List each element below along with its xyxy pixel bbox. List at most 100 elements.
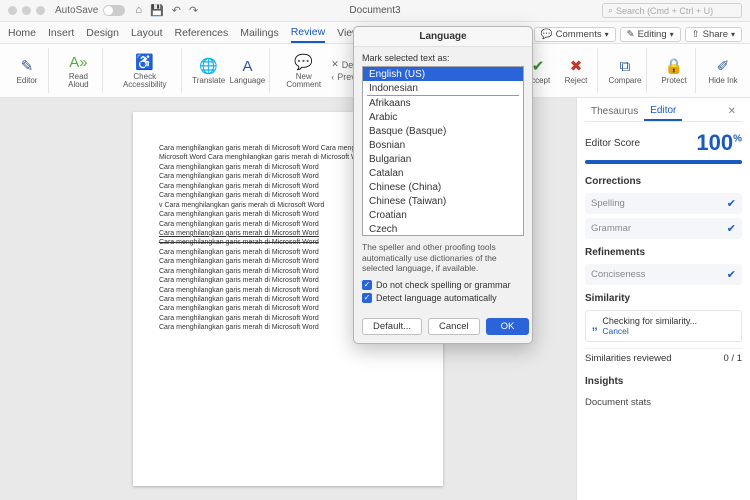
cancel-button[interactable]: Cancel bbox=[428, 318, 480, 335]
home-icon[interactable]: ⌂ bbox=[135, 4, 142, 17]
comment-icon: 💬 bbox=[294, 52, 314, 72]
lock-icon: 🔒 bbox=[664, 56, 684, 76]
mark-selected-label: Mark selected text as: bbox=[362, 53, 524, 63]
language-option[interactable]: Bosnian bbox=[363, 138, 523, 152]
maximize-dot[interactable] bbox=[36, 6, 45, 15]
tab-insert[interactable]: Insert bbox=[48, 27, 74, 42]
reject-button[interactable]: ✖Reject bbox=[559, 56, 593, 85]
delete-icon: ✕ bbox=[331, 59, 339, 70]
language-icon: A bbox=[237, 56, 257, 76]
compare-button[interactable]: ⧉Compare bbox=[608, 56, 642, 85]
editing-pill[interactable]: ✎Editing▾ bbox=[620, 27, 681, 42]
share-pill[interactable]: ⇧Share▾ bbox=[685, 27, 742, 42]
language-dialog: Language Mark selected text as: English … bbox=[353, 26, 533, 344]
chevron-down-icon: ▾ bbox=[731, 30, 735, 39]
close-dot[interactable] bbox=[8, 6, 17, 15]
reject-icon: ✖ bbox=[566, 56, 586, 76]
translate-icon: 🌐 bbox=[199, 56, 219, 76]
comments-icon: 💬 bbox=[541, 29, 553, 40]
tab-layout[interactable]: Layout bbox=[131, 27, 163, 42]
search-icon: ⌕ bbox=[608, 5, 613, 16]
pen-icon: ✐ bbox=[713, 56, 733, 76]
language-option[interactable]: Arabic bbox=[363, 110, 523, 124]
save-icon[interactable]: 💾 bbox=[150, 4, 164, 17]
ok-button[interactable]: OK bbox=[486, 318, 530, 335]
editing-icon: ✎ bbox=[627, 29, 635, 40]
language-list[interactable]: English (US)IndonesianAfrikaansArabicBas… bbox=[362, 66, 524, 236]
score-bar bbox=[585, 160, 742, 164]
language-option[interactable]: English (US) bbox=[363, 67, 523, 81]
checkbox-icon: ✓ bbox=[362, 280, 372, 290]
similarity-status: Checking for similarity... bbox=[602, 316, 697, 326]
search-placeholder: Search (Cmd + Ctrl + U) bbox=[616, 6, 713, 16]
default-button[interactable]: Default... bbox=[362, 318, 422, 335]
conciseness-row[interactable]: Conciseness✔ bbox=[585, 264, 742, 285]
similarity-cancel-link[interactable]: Cancel bbox=[602, 326, 697, 336]
language-option[interactable]: Chinese (China) bbox=[363, 180, 523, 194]
language-option[interactable]: Basque (Basque) bbox=[363, 124, 523, 138]
protect-button[interactable]: 🔒Protect bbox=[657, 56, 691, 85]
tab-review[interactable]: Review bbox=[291, 26, 325, 43]
comments-pill[interactable]: 💬Comments▾ bbox=[534, 27, 616, 42]
redo-icon[interactable]: ↷ bbox=[189, 4, 198, 17]
detect-language-checkbox[interactable]: ✓Detect language automatically bbox=[362, 293, 524, 303]
tab-references[interactable]: References bbox=[175, 27, 229, 42]
autosave-label: AutoSave bbox=[55, 5, 98, 16]
language-option[interactable]: Bulgarian bbox=[363, 152, 523, 166]
editor-pane-tabs: Thesaurus Editor ✕ bbox=[585, 102, 742, 122]
quote-icon: „ bbox=[592, 316, 597, 334]
autosave-toggle[interactable]: AutoSave bbox=[55, 5, 125, 16]
checkbox-icon: ✓ bbox=[362, 293, 372, 303]
titlebar: AutoSave ⌂ 💾 ↶ ↷ Document3 ⌕ Search (Cmd… bbox=[0, 0, 750, 22]
editor-button[interactable]: ✎Editor bbox=[10, 56, 44, 85]
hide-ink-button[interactable]: ✐Hide Ink bbox=[706, 56, 740, 85]
language-option[interactable]: Croatian bbox=[363, 208, 523, 222]
dialog-note: The speller and other proofing tools aut… bbox=[362, 242, 524, 274]
previous-icon: ‹ bbox=[331, 72, 334, 82]
tab-mailings[interactable]: Mailings bbox=[240, 27, 279, 42]
score-value: 100% bbox=[696, 130, 742, 156]
check-accessibility-button[interactable]: ♿Check Accessibility bbox=[113, 52, 177, 89]
similarity-heading: Similarity bbox=[585, 293, 742, 304]
insights-heading: Insights bbox=[585, 376, 742, 387]
chevron-down-icon: ▾ bbox=[670, 30, 674, 39]
accessibility-icon: ♿ bbox=[135, 52, 155, 72]
document-stats-link[interactable]: Document stats bbox=[585, 393, 742, 412]
check-icon: ✔ bbox=[727, 197, 736, 210]
compare-icon: ⧉ bbox=[615, 56, 635, 76]
language-option[interactable]: Chinese (Taiwan) bbox=[363, 194, 523, 208]
spelling-row[interactable]: Spelling✔ bbox=[585, 193, 742, 214]
switch-icon bbox=[103, 5, 125, 16]
close-pane-icon[interactable]: ✕ bbox=[722, 103, 742, 120]
editor-tab[interactable]: Editor bbox=[644, 102, 682, 121]
language-option[interactable]: Indonesian bbox=[363, 81, 523, 95]
translate-button[interactable]: 🌐Translate bbox=[192, 56, 226, 85]
thesaurus-tab[interactable]: Thesaurus bbox=[585, 103, 644, 120]
undo-icon[interactable]: ↶ bbox=[172, 4, 181, 17]
editor-pane: Thesaurus Editor ✕ Editor Score 100% Cor… bbox=[576, 98, 750, 500]
language-option[interactable]: Catalan bbox=[363, 166, 523, 180]
no-spellcheck-checkbox[interactable]: ✓Do not check spelling or grammar bbox=[362, 280, 524, 290]
language-option[interactable]: Czech bbox=[363, 222, 523, 236]
refinements-heading: Refinements bbox=[585, 247, 742, 258]
document-title: Document3 bbox=[349, 5, 400, 16]
grammar-row[interactable]: Grammar✔ bbox=[585, 218, 742, 239]
chevron-down-icon: ▾ bbox=[605, 30, 609, 39]
sim-reviewed-label: Similarities reviewed bbox=[585, 353, 672, 364]
minimize-dot[interactable] bbox=[22, 6, 31, 15]
language-button[interactable]: ALanguage bbox=[230, 56, 266, 85]
corrections-heading: Corrections bbox=[585, 176, 742, 187]
quick-access: ⌂ 💾 ↶ ↷ bbox=[135, 4, 198, 17]
check-icon: ✔ bbox=[727, 222, 736, 235]
sim-reviewed-count: 0 / 1 bbox=[724, 353, 743, 364]
dialog-title: Language bbox=[354, 27, 532, 47]
tab-home[interactable]: Home bbox=[8, 27, 36, 42]
language-option[interactable]: Afrikaans bbox=[363, 96, 523, 110]
score-label: Editor Score bbox=[585, 138, 640, 149]
new-comment-button[interactable]: 💬New Comment bbox=[280, 52, 327, 89]
tab-design[interactable]: Design bbox=[86, 27, 119, 42]
search-input[interactable]: ⌕ Search (Cmd + Ctrl + U) bbox=[602, 3, 742, 18]
similarity-card: „ Checking for similarity... Cancel bbox=[585, 310, 742, 342]
read-aloud-button[interactable]: A»Read Aloud bbox=[59, 52, 98, 89]
speaker-icon: A» bbox=[68, 52, 88, 72]
